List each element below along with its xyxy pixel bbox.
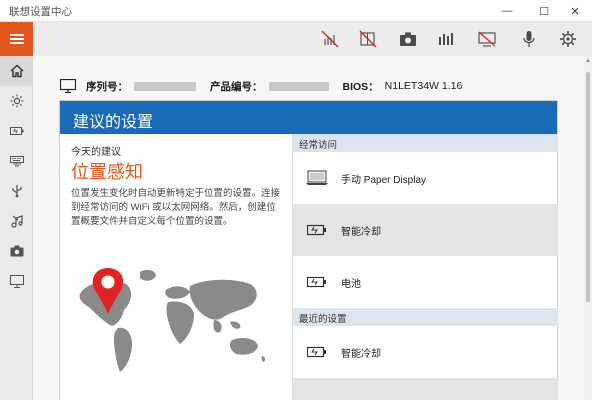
paper-display-icon bbox=[306, 170, 328, 185]
serial-value-redacted bbox=[134, 81, 196, 91]
monitor-icon bbox=[60, 79, 76, 93]
brightness-icon bbox=[10, 94, 23, 108]
bios-label: BIOS： bbox=[342, 80, 379, 93]
list-item-label: 电池 bbox=[341, 278, 361, 290]
minimize-button[interactable]: — bbox=[490, 0, 524, 22]
screen-off-icon bbox=[478, 31, 496, 47]
sidebar-item-connectivity[interactable] bbox=[0, 176, 33, 206]
sidebar-item-audio[interactable] bbox=[0, 206, 33, 236]
camera-toggle-button[interactable] bbox=[394, 25, 422, 53]
list-item-partial[interactable] bbox=[293, 378, 558, 400]
list-item-smart-cooling[interactable]: 智能冷却 bbox=[293, 204, 558, 256]
battery-icon bbox=[307, 224, 326, 236]
feature-title: 位置感知 bbox=[71, 162, 143, 182]
audio-equalizer-button[interactable] bbox=[433, 25, 461, 53]
quick-toolbar bbox=[33, 22, 592, 56]
battery-icon bbox=[9, 127, 23, 135]
device-info-bar: 序列号： 产品编号： BIOS： N1LET34W 1.16 bbox=[60, 76, 462, 96]
window-title: 联想设置中心 bbox=[9, 6, 72, 18]
recommended-panel: 建议的设置 今天的建议 位置感知 位置发生变化时自动更新特定于位置的设置。连接到… bbox=[59, 100, 558, 400]
minimize-icon: — bbox=[501, 5, 513, 17]
battery-icon bbox=[307, 276, 326, 288]
scroll-thumb[interactable] bbox=[586, 72, 590, 302]
maximize-icon: ☐ bbox=[539, 5, 549, 18]
list-item-paper-display[interactable]: 手动 Paper Display bbox=[293, 152, 558, 204]
camera-icon bbox=[10, 245, 23, 257]
usb-icon bbox=[11, 185, 22, 198]
close-icon: ✕ bbox=[570, 5, 580, 18]
feature-description: 位置发生变化时自动更新特定于位置的设置。连接到经常访问的 WiFi 或以太网网络… bbox=[71, 188, 281, 227]
home-icon bbox=[10, 64, 23, 78]
brightness-toggle-button[interactable] bbox=[316, 25, 344, 53]
serial-label: 序列号： bbox=[86, 80, 128, 93]
battery-icon bbox=[307, 346, 326, 358]
list-item-battery[interactable]: 电池 bbox=[293, 256, 558, 308]
sidebar-item-monitor[interactable] bbox=[0, 266, 33, 296]
recommended-header: 建议的设置 bbox=[60, 101, 557, 134]
display-off-icon bbox=[359, 30, 377, 48]
world-map-illustration bbox=[79, 268, 266, 372]
list-item-label: 手动 Paper Display bbox=[341, 174, 427, 186]
monitor-icon bbox=[9, 274, 24, 288]
sidebar-item-home[interactable] bbox=[0, 56, 33, 86]
sidebar-item-camera[interactable] bbox=[0, 236, 33, 266]
list-item-smart-cooling-recent[interactable]: 智能冷却 bbox=[293, 326, 558, 378]
gear-icon bbox=[560, 31, 576, 47]
screen-toggle-button[interactable] bbox=[473, 25, 501, 53]
music-icon bbox=[10, 215, 23, 228]
sidebar-item-display[interactable] bbox=[0, 86, 33, 116]
sidebar bbox=[0, 22, 33, 400]
brightness-off-icon bbox=[321, 30, 339, 48]
title-bar: 联想设置中心 — ☐ ✕ bbox=[0, 0, 592, 22]
suggestion-card[interactable]: 今天的建议 位置感知 位置发生变化时自动更新特定于位置的设置。连接到经常访问的 … bbox=[60, 134, 292, 400]
close-button[interactable]: ✕ bbox=[558, 0, 592, 22]
today-label: 今天的建议 bbox=[71, 147, 121, 158]
display-toggle-button[interactable] bbox=[354, 25, 382, 53]
hamburger-icon bbox=[9, 34, 24, 44]
recent-section-header: 最近的设置 bbox=[293, 308, 558, 326]
list-item-label: 智能冷却 bbox=[341, 348, 381, 360]
equalizer-icon bbox=[439, 33, 453, 45]
main-content: 序列号： 产品编号： BIOS： N1LET34W 1.16 建议的设置 今天的… bbox=[33, 56, 592, 400]
product-value-redacted bbox=[268, 81, 329, 91]
settings-list-panel: 经常访问 手动 Paper Display 智能冷却 电池 最近的设置 智能冷却 bbox=[292, 134, 558, 400]
sidebar-item-power[interactable] bbox=[0, 116, 33, 146]
frequent-section-header: 经常访问 bbox=[293, 134, 558, 152]
settings-button[interactable] bbox=[554, 25, 582, 53]
product-label: 产品编号： bbox=[210, 80, 263, 93]
sidebar-item-input[interactable] bbox=[0, 146, 33, 176]
menu-button[interactable] bbox=[0, 22, 33, 56]
scroll-up-icon[interactable]: ▲ bbox=[584, 58, 592, 68]
microphone-button[interactable] bbox=[515, 25, 543, 53]
bios-value: N1LET34W 1.16 bbox=[384, 80, 463, 92]
list-item-label: 智能冷却 bbox=[341, 226, 381, 238]
camera-icon bbox=[400, 32, 416, 46]
maximize-button[interactable]: ☐ bbox=[527, 0, 561, 22]
microphone-icon bbox=[523, 31, 535, 47]
keyboard-icon bbox=[9, 156, 24, 167]
vertical-scrollbar[interactable]: ▲ bbox=[584, 56, 592, 400]
